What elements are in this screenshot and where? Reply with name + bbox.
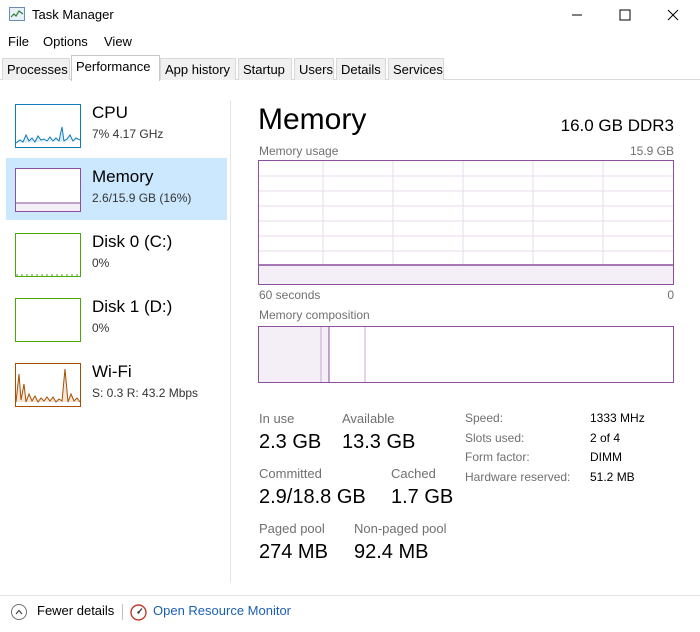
open-resource-monitor-link[interactable]: Open Resource Monitor — [153, 603, 291, 618]
slots-label: Slots used: — [465, 431, 525, 445]
available-label: Available — [342, 411, 395, 426]
disk1-thumbnail-graph — [15, 298, 81, 342]
tab-app-history[interactable]: App history — [160, 58, 236, 80]
tab-services[interactable]: Services — [388, 58, 444, 80]
time-axis-end: 0 — [667, 288, 674, 302]
sidebar-item-title: Disk 1 (D:) — [92, 297, 173, 316]
sidebar-item-wifi[interactable]: Wi-Fi S: 0.3 R: 43.2 Mbps — [6, 353, 227, 415]
sidebar-item-subtitle: 0% — [92, 321, 110, 335]
tab-strip: Processes Performance App history Startu… — [0, 55, 700, 81]
panel-divider — [230, 100, 231, 582]
fewer-details-button[interactable]: Fewer details — [37, 603, 114, 618]
wifi-thumbnail-graph — [15, 363, 81, 407]
menu-file[interactable]: File — [8, 34, 29, 49]
tab-performance[interactable]: Performance — [71, 55, 160, 81]
hardware-reserved-value: 51.2 MB — [590, 470, 635, 484]
performance-sidebar: CPU 7% 4.17 GHz Memory 2.6/15.9 GB (16%)… — [0, 81, 232, 581]
sidebar-item-title: Memory — [92, 167, 154, 186]
paged-pool-label: Paged pool — [259, 521, 325, 536]
chevron-up-icon[interactable] — [11, 604, 27, 620]
in-use-label: In use — [259, 411, 295, 426]
sidebar-item-subtitle: 7% 4.17 GHz — [92, 127, 164, 141]
cached-label: Cached — [391, 466, 436, 481]
cpu-thumbnail-graph — [15, 104, 81, 148]
title-bar: Task Manager — [0, 0, 700, 30]
available-value: 13.3 GB — [342, 431, 416, 453]
committed-value: 2.9/18.8 GB — [259, 486, 366, 508]
sidebar-item-disk-1[interactable]: Disk 1 (D:) 0% — [6, 288, 227, 350]
memory-thumbnail-graph — [15, 168, 81, 212]
memory-spec: 16.0 GB DDR3 — [560, 116, 674, 135]
tab-users[interactable]: Users — [294, 58, 334, 80]
nonpaged-pool-label: Non-paged pool — [354, 521, 447, 536]
tab-processes[interactable]: Processes — [2, 58, 70, 80]
memory-usage-fill — [259, 265, 673, 284]
sidebar-item-title: Wi-Fi — [92, 362, 132, 381]
window-title: Task Manager — [32, 7, 114, 22]
minimize-button[interactable] — [554, 0, 600, 30]
nonpaged-pool-value: 92.4 MB — [354, 541, 429, 563]
tab-startup[interactable]: Startup — [238, 58, 292, 80]
hardware-reserved-label: Hardware reserved: — [465, 470, 571, 484]
memory-composition-bar — [258, 326, 674, 383]
task-manager-icon — [9, 7, 25, 21]
sidebar-item-memory[interactable]: Memory 2.6/15.9 GB (16%) — [6, 158, 227, 220]
speed-value: 1333 MHz — [590, 411, 645, 425]
maximize-button[interactable] — [602, 0, 648, 30]
footer-divider — [0, 595, 700, 596]
disk0-thumbnail-graph — [15, 233, 81, 277]
sidebar-item-subtitle: 2.6/15.9 GB (16%) — [92, 191, 192, 205]
in-use-value: 2.3 GB — [259, 431, 322, 453]
memory-usage-graph — [258, 160, 674, 285]
form-factor-label: Form factor: — [465, 450, 530, 464]
sidebar-item-disk-0[interactable]: Disk 0 (C:) 0% — [6, 223, 227, 285]
menu-view[interactable]: View — [104, 34, 132, 49]
committed-label: Committed — [259, 466, 322, 481]
speed-label: Speed: — [465, 411, 504, 425]
sidebar-item-subtitle: 0% — [92, 256, 110, 270]
cached-value: 1.7 GB — [391, 486, 454, 508]
sidebar-item-title: CPU — [92, 103, 128, 122]
tab-details[interactable]: Details — [336, 58, 386, 80]
sidebar-item-subtitle: S: 0.3 R: 43.2 Mbps — [92, 386, 199, 400]
memory-composition-label: Memory composition — [259, 308, 370, 322]
resource-monitor-icon[interactable] — [130, 604, 147, 621]
menu-bar: File Options View — [0, 31, 700, 53]
minimize-icon — [572, 14, 582, 16]
footer-separator — [122, 604, 123, 620]
menu-options[interactable]: Options — [43, 34, 88, 49]
page-title: Memory — [258, 103, 367, 136]
maximize-icon — [619, 9, 631, 21]
sidebar-item-cpu[interactable]: CPU 7% 4.17 GHz — [6, 94, 227, 156]
form-factor-value: DIMM — [590, 450, 622, 464]
memory-usage-max: 15.9 GB — [629, 144, 674, 158]
time-axis-start: 60 seconds — [259, 288, 321, 302]
memory-usage-label: Memory usage — [259, 144, 339, 158]
sidebar-item-title: Disk 0 (C:) — [92, 232, 173, 251]
paged-pool-value: 274 MB — [259, 541, 328, 563]
close-icon — [667, 9, 679, 21]
slots-value: 2 of 4 — [590, 431, 621, 445]
close-button[interactable] — [650, 0, 696, 30]
